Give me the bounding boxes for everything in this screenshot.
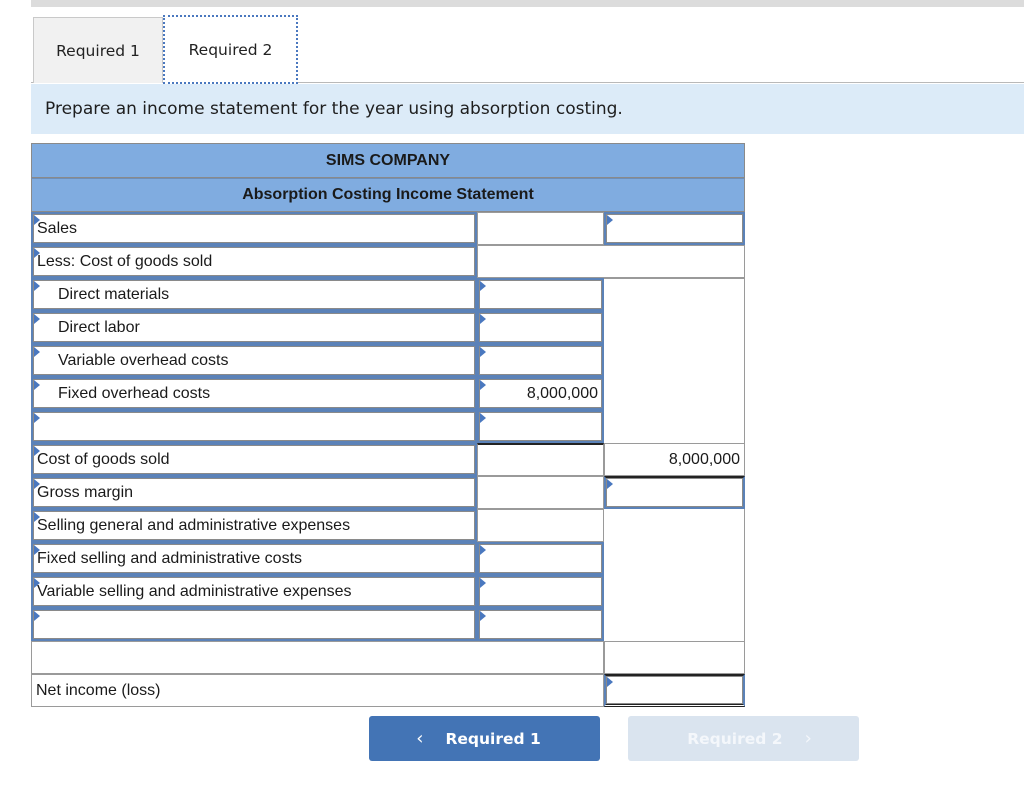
empty-cell <box>604 311 745 344</box>
table-row <box>31 608 745 641</box>
tab-label: Required 2 <box>188 40 273 59</box>
table-row: Variable selling and administrative expe… <box>31 575 745 608</box>
net-income-input[interactable] <box>604 674 745 707</box>
amount-input[interactable] <box>477 542 604 575</box>
empty-cell <box>604 278 745 311</box>
label-dropdown[interactable] <box>31 410 477 443</box>
label-dropdown[interactable]: Fixed selling and administrative costs <box>31 542 477 575</box>
empty-cell <box>477 245 745 278</box>
statement-title: Absorption Costing Income Statement <box>31 178 745 212</box>
cogs-total: 8,000,000 <box>604 443 745 476</box>
amount-cell <box>477 212 604 245</box>
table-row: Direct materials <box>31 278 745 311</box>
empty-cell <box>31 641 604 674</box>
net-income-label: Net income (loss) <box>31 674 604 707</box>
table-row: Cost of goods sold 8,000,000 <box>31 443 745 476</box>
label-dropdown[interactable]: Variable selling and administrative expe… <box>31 575 477 608</box>
label-dropdown[interactable]: Fixed overhead costs <box>31 377 477 410</box>
empty-cell <box>604 608 745 641</box>
label-dropdown[interactable]: Selling general and administrative expen… <box>31 509 477 542</box>
amount-input[interactable] <box>477 410 604 443</box>
empty-cell <box>604 575 745 608</box>
top-bar <box>31 0 1024 7</box>
next-button-label: Required 2 <box>687 729 783 748</box>
table-row: Selling general and administrative expen… <box>31 509 745 542</box>
empty-cell <box>604 641 745 674</box>
table-row: Sales <box>31 212 745 245</box>
company-name: SIMS COMPANY <box>31 143 745 178</box>
empty-cell <box>604 377 745 410</box>
table-row: Less: Cost of goods sold <box>31 245 745 278</box>
table-row <box>31 410 745 443</box>
table-row <box>31 641 745 674</box>
table-row: Variable overhead costs <box>31 344 745 377</box>
chevron-right-icon: › <box>804 728 812 749</box>
table-row: Fixed selling and administrative costs <box>31 542 745 575</box>
amount-input[interactable] <box>477 278 604 311</box>
table-row: Fixed overhead costs 8,000,000 <box>31 377 745 410</box>
tab-required-1[interactable]: Required 1 <box>33 17 163 83</box>
amount-input[interactable] <box>477 608 604 641</box>
label-dropdown[interactable]: Less: Cost of goods sold <box>31 245 477 278</box>
amount-input[interactable] <box>604 476 745 509</box>
empty-cell <box>604 509 745 542</box>
amount-input[interactable] <box>477 575 604 608</box>
label-dropdown[interactable]: Cost of goods sold <box>31 443 477 476</box>
table-row: Direct labor <box>31 311 745 344</box>
label-dropdown[interactable]: Sales <box>31 212 477 245</box>
amount-input[interactable] <box>604 212 745 245</box>
table-row: Gross margin <box>31 476 745 509</box>
table-row: Net income (loss) <box>31 674 745 707</box>
amount-input[interactable] <box>477 344 604 377</box>
prev-button-label: Required 1 <box>445 729 541 748</box>
tab-bar: Required 1 Required 2 <box>31 15 1024 84</box>
next-required-button[interactable]: Required 2 › <box>628 716 859 761</box>
label-dropdown[interactable]: Direct materials <box>31 278 477 311</box>
tab-required-2[interactable]: Required 2 <box>163 15 298 84</box>
amount-cell <box>477 476 604 509</box>
instruction-text: Prepare an income statement for the year… <box>31 84 1024 134</box>
amount-cell <box>477 509 604 542</box>
prev-required-button[interactable]: ‹ Required 1 <box>369 716 600 761</box>
label-dropdown[interactable]: Variable overhead costs <box>31 344 477 377</box>
empty-cell <box>604 410 745 443</box>
chevron-left-icon: ‹ <box>416 728 424 749</box>
empty-cell <box>604 542 745 575</box>
amount-cell <box>477 443 604 476</box>
amount-input[interactable]: 8,000,000 <box>477 377 604 410</box>
tab-label: Required 1 <box>56 41 140 60</box>
label-dropdown[interactable]: Gross margin <box>31 476 477 509</box>
label-dropdown[interactable]: Direct labor <box>31 311 477 344</box>
amount-input[interactable] <box>477 311 604 344</box>
label-dropdown[interactable] <box>31 608 477 641</box>
income-statement-table: SIMS COMPANY Absorption Costing Income S… <box>31 143 745 707</box>
empty-cell <box>604 344 745 377</box>
